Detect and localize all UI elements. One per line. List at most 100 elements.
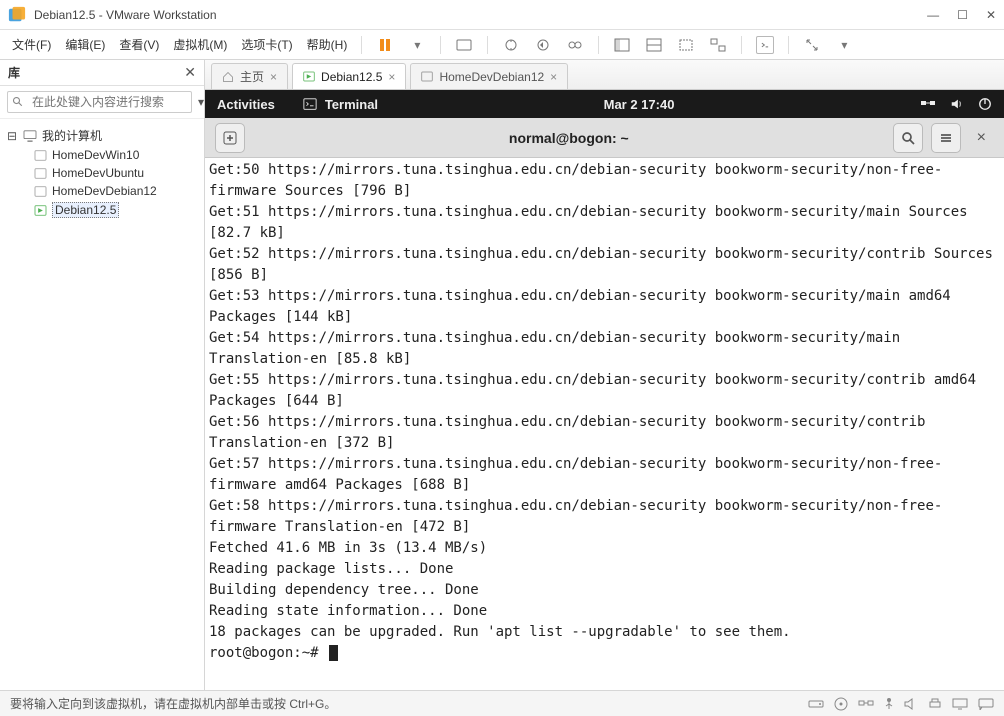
separator [788,36,789,54]
vm-screen[interactable]: Activities Terminal Mar 2 17:40 normal@b… [205,90,1004,690]
app-menu-label: Terminal [325,97,378,112]
tab-homedevdebian12[interactable]: HomeDevDebian12 × [410,63,568,89]
sidebar-search-row: ▾ [0,86,204,119]
tree-item-label: HomeDevWin10 [52,148,139,162]
layout-single-icon[interactable] [613,36,631,54]
tree-root[interactable]: ⊟ 我的计算机 [4,125,200,146]
unity-icon[interactable] [709,36,727,54]
cursor-icon [329,645,338,661]
terminal-icon [303,97,317,111]
pause-icon[interactable] [376,36,394,54]
tab-close-icon[interactable]: × [270,70,277,84]
content-area: 主页 × Debian12.5 × HomeDevDebian12 × Acti… [205,60,1004,690]
menu-tabs[interactable]: 选项卡(T) [241,36,292,53]
terminal-prompt: root@bogon:~# [209,645,327,661]
console-view-icon[interactable] [756,36,774,54]
sidebar: 库 ✕ ▾ ⊟ 我的计算机 HomeDevWin10 [0,60,205,690]
terminal-close-button[interactable]: × [969,129,994,147]
menu-view[interactable]: 查看(V) [119,36,159,53]
separator [598,36,599,54]
vm-off-icon [32,184,48,198]
search-input[interactable] [7,91,192,113]
separator [741,36,742,54]
send-ctrl-alt-del-icon[interactable] [455,36,473,54]
new-tab-button[interactable] [215,123,245,153]
tab-close-icon[interactable]: × [388,70,395,84]
computer-icon [22,129,38,143]
vm-running-icon [32,203,48,217]
vm-off-icon [421,71,433,82]
device-tray [808,697,994,711]
activities-button[interactable]: Activities [217,97,275,112]
tray-network-icon[interactable] [858,698,874,710]
vmware-app-icon [8,6,26,24]
collapse-icon[interactable]: ⊟ [6,129,18,143]
fullscreen-icon[interactable] [677,36,695,54]
terminal-body[interactable]: Get:50 https://mirrors.tuna.tsinghua.edu… [205,158,1004,690]
tray-cd-icon[interactable] [834,697,848,711]
statusbar-hint: 要将输入定向到该虚拟机，请在虚拟机内部单击或按 Ctrl+G。 [10,695,336,712]
tree-item-homedevdebian12[interactable]: HomeDevDebian12 [4,182,200,200]
tab-home[interactable]: 主页 × [211,63,288,89]
terminal-header: normal@bogon: ~ × [205,118,1004,158]
menu-file[interactable]: 文件(F) [12,36,51,53]
minimize-button[interactable]: — [927,8,939,22]
vm-off-icon [32,166,48,180]
titlebar: Debian12.5 - VMware Workstation — ☐ ✕ [0,0,1004,30]
app-menu-terminal[interactable]: Terminal [303,97,378,112]
tray-display-icon[interactable] [952,698,968,710]
layout-thumb-icon[interactable] [645,36,663,54]
sidebar-header: 库 ✕ [0,60,204,86]
window-title: Debian12.5 - VMware Workstation [34,8,927,22]
close-window-button[interactable]: ✕ [986,8,996,22]
snapshot-revert-icon[interactable] [534,36,552,54]
volume-icon[interactable] [950,97,964,111]
sidebar-title: 库 [8,64,184,81]
statusbar: 要将输入定向到该虚拟机，请在虚拟机内部单击或按 Ctrl+G。 [0,690,1004,716]
tab-close-icon[interactable]: × [550,70,557,84]
separator [440,36,441,54]
power-icon[interactable] [978,97,992,111]
tab-label: HomeDevDebian12 [439,70,544,84]
tray-harddisk-icon[interactable] [808,698,824,710]
network-icon[interactable] [920,97,936,111]
terminal-output: Get:50 https://mirrors.tuna.tsinghua.edu… [209,162,1001,640]
tree-item-label: HomeDevUbuntu [52,166,144,180]
tray-printer-icon[interactable] [928,698,942,710]
tab-label: Debian12.5 [321,70,382,84]
snapshot-icon[interactable] [502,36,520,54]
tray-messages-icon[interactable] [978,698,994,710]
maximize-button[interactable]: ☐ [957,8,968,22]
main-area: 库 ✕ ▾ ⊟ 我的计算机 HomeDevWin10 [0,60,1004,690]
snapshot-manager-icon[interactable] [566,36,584,54]
tree-item-label: Debian12.5 [52,202,119,218]
power-dropdown-icon[interactable]: ▾ [408,36,426,54]
tree-item-homedevwin10[interactable]: HomeDevWin10 [4,146,200,164]
gnome-top-bar: Activities Terminal Mar 2 17:40 [205,90,1004,118]
stretch-dropdown-icon[interactable]: ▾ [835,36,853,54]
vm-tree: ⊟ 我的计算机 HomeDevWin10 HomeDevUbuntu HomeD… [0,119,204,226]
terminal-menu-button[interactable] [931,123,961,153]
home-icon [222,71,234,83]
tray-usb-icon[interactable] [884,697,894,711]
menu-help[interactable]: 帮助(H) [307,36,348,53]
clock[interactable]: Mar 2 17:40 [604,97,675,112]
tree-item-debian12-5[interactable]: Debian12.5 [4,200,200,220]
stretch-icon[interactable] [803,36,821,54]
tree-item-homedevubuntu[interactable]: HomeDevUbuntu [4,164,200,182]
tray-sound-icon[interactable] [904,698,918,710]
tab-debian12-5[interactable]: Debian12.5 × [292,63,406,89]
sidebar-close-button[interactable]: ✕ [184,64,196,81]
vm-off-icon [32,148,48,162]
tree-root-label: 我的计算机 [42,127,102,144]
separator [361,36,362,54]
terminal-title: normal@bogon: ~ [253,130,885,146]
search-dropdown-icon[interactable]: ▾ [198,95,204,109]
menu-edit[interactable]: 编辑(E) [65,36,105,53]
terminal-search-button[interactable] [893,123,923,153]
tabstrip: 主页 × Debian12.5 × HomeDevDebian12 × [205,60,1004,90]
menu-vm[interactable]: 虚拟机(M) [173,36,227,53]
menubar: 文件(F) 编辑(E) 查看(V) 虚拟机(M) 选项卡(T) 帮助(H) ▾ … [0,30,1004,60]
separator [487,36,488,54]
tab-label: 主页 [240,68,264,85]
